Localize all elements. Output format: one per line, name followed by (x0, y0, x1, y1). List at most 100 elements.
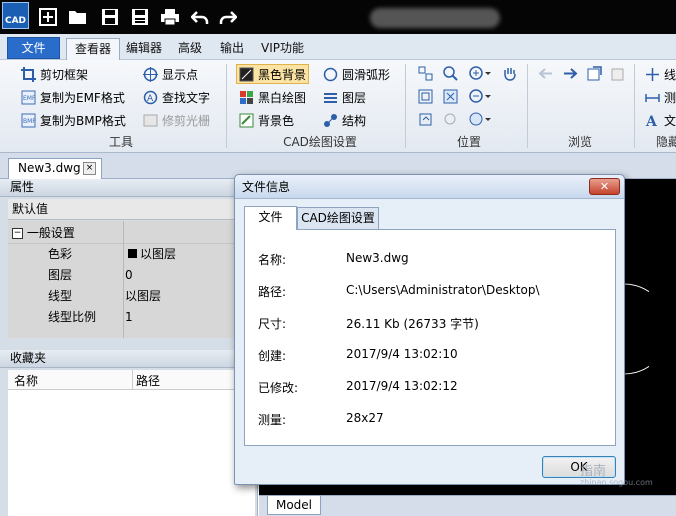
menu-tab-output[interactable]: 输出 (212, 38, 252, 60)
dialog-title-bar: 文件信息 ✕ (235, 175, 624, 199)
measure-button[interactable]: 测 (645, 87, 676, 107)
trim-raster-icon (143, 113, 158, 128)
ribbon-separator (634, 64, 635, 148)
model-tab[interactable]: Model (267, 496, 321, 515)
background-color-button[interactable]: 背景色 (239, 110, 294, 130)
tools-group-label: 工具 (108, 135, 133, 149)
general-settings-section[interactable]: − 一般设置 (8, 223, 255, 244)
measure-icon (645, 90, 660, 105)
find-text-label: 查找文字 (162, 90, 211, 105)
zoom-out-icon[interactable] (469, 89, 491, 107)
line-button[interactable]: 线 (645, 64, 676, 84)
show-points-button[interactable]: 显示点 (143, 64, 198, 84)
zoom-window-icon[interactable] (443, 66, 458, 84)
property-value-color[interactable]: 以图层 (128, 244, 176, 265)
pan-hand-icon[interactable] (502, 66, 518, 84)
black-background-label: 黑色背景 (258, 67, 307, 82)
layers-button[interactable]: 图层 (323, 87, 366, 107)
menu-file[interactable]: 文件 (7, 37, 60, 59)
field-label-size: 尺寸: (258, 317, 287, 331)
property-value-color-label: 以图层 (140, 247, 177, 261)
tab-file[interactable]: 文件 (244, 206, 297, 230)
column-path[interactable]: 路径 (136, 372, 160, 389)
grid-view-icon[interactable] (418, 66, 433, 84)
find-text-button[interactable]: A 查找文字 (143, 87, 210, 107)
smooth-arc-button[interactable]: 圆滑弧形 (323, 64, 390, 84)
trim-raster-button[interactable]: 修剪光栅 (143, 110, 210, 130)
ribbon-separator (527, 64, 528, 148)
arrow-left-icon[interactable] (538, 66, 554, 84)
menu-tab-editor[interactable]: 编辑器 (118, 38, 170, 60)
copy-emf-button[interactable]: EMF 复制为EMF格式 (21, 87, 125, 107)
black-white-drawing-button[interactable]: 黑白绘图 (239, 87, 306, 107)
field-label-created: 创建: (258, 349, 287, 363)
save-icon[interactable] (98, 5, 122, 29)
property-value-linetype-scale[interactable]: 1 (125, 307, 133, 328)
redo-icon[interactable] (216, 5, 240, 29)
open-folder-icon[interactable] (66, 5, 90, 29)
document-tab[interactable]: New3.dwg × (8, 158, 102, 179)
rotate-view-icon[interactable] (418, 112, 433, 130)
color-swatch (128, 249, 137, 258)
property-name-linetype: 线型 (48, 289, 73, 303)
crop-frame-button[interactable]: 剪切框架 (21, 64, 88, 84)
default-value-row[interactable]: 默认值 (8, 199, 255, 220)
title-bar: CAD (0, 0, 676, 34)
layers-label: 图层 (342, 90, 367, 105)
property-name-linetype-scale: 线型比例 (48, 310, 97, 324)
previous-view-icon[interactable] (443, 112, 458, 130)
crosshair-icon (143, 66, 158, 82)
favorites-header: 名称 路径 (8, 370, 255, 390)
model-tab-strip: Model (259, 495, 676, 516)
new-file-icon[interactable] (36, 5, 60, 29)
black-background-button[interactable]: 黑色背景 (236, 64, 310, 84)
copy-view-icon[interactable] (611, 66, 626, 84)
property-value-layer[interactable]: 0 (125, 265, 133, 286)
undo-icon[interactable] (188, 5, 212, 29)
menu-tab-viewer[interactable]: 查看器 (66, 38, 121, 60)
zoom-menu-icon[interactable] (469, 112, 491, 130)
show-points-label: 显示点 (162, 67, 199, 82)
menu-bar: 文件 查看器 编辑器 高级 输出 VIP功能 (0, 34, 676, 60)
dialog-body: 名称: New3.dwg 路径: C:\Users\Administrator\… (244, 229, 616, 446)
structure-icon (323, 113, 338, 128)
property-name-color: 色彩 (48, 247, 73, 261)
zoom-extents-icon[interactable] (443, 89, 458, 107)
arrow-right-icon[interactable] (562, 66, 578, 84)
save-as-icon[interactable] (128, 5, 152, 29)
field-value-size: 26.11 Kb (26733 字节) (346, 317, 479, 331)
hidden-group-label: 隐藏 (656, 135, 676, 149)
menu-tab-vip[interactable]: VIP功能 (253, 38, 312, 60)
file-info-dialog: 文件信息 ✕ 文件 CAD绘图设置 名称: New3.dwg 路径: C:\Us… (234, 174, 625, 485)
tab-cad-settings[interactable]: CAD绘图设置 (297, 207, 379, 230)
copy-bmp-label: 复制为BMP格式 (40, 113, 126, 128)
fit-view-icon[interactable] (418, 89, 433, 107)
field-value-measure: 28x27 (346, 411, 384, 425)
text-button[interactable]: A 文 (645, 110, 676, 130)
trim-raster-label: 修剪光栅 (162, 113, 211, 128)
dialog-title: 文件信息 (242, 180, 291, 194)
refresh-icon[interactable] (587, 66, 602, 84)
close-tab-icon[interactable]: × (83, 162, 96, 175)
print-icon[interactable] (158, 5, 182, 29)
property-name-layer: 图层 (48, 268, 73, 282)
property-value-linetype[interactable]: 以图层 (125, 286, 161, 307)
ribbon: 剪切框架 EMF 复制为EMF格式 BMP 复制为BMP格式 显示点 A 查找文… (0, 60, 676, 153)
field-label-measure: 测量: (258, 413, 287, 427)
cad-settings-group-label: CAD绘图设置 (283, 135, 357, 149)
crop-frame-label: 剪切框架 (40, 67, 89, 82)
copy-emf-label: 复制为EMF格式 (40, 90, 125, 105)
close-icon[interactable]: ✕ (589, 178, 620, 195)
window-title-blurred (370, 8, 500, 28)
text-label: 文 (664, 113, 676, 128)
zoom-in-icon[interactable] (469, 66, 491, 84)
structure-button[interactable]: 结构 (323, 110, 366, 130)
svg-text:EMF: EMF (23, 95, 36, 102)
collapse-icon[interactable]: − (12, 228, 23, 239)
smooth-arc-label: 圆滑弧形 (342, 67, 391, 82)
field-value-name: New3.dwg (346, 251, 409, 265)
menu-tab-advanced[interactable]: 高级 (170, 38, 210, 60)
app-logo[interactable]: CAD (2, 2, 29, 29)
copy-bmp-button[interactable]: BMP 复制为BMP格式 (21, 110, 126, 130)
column-name[interactable]: 名称 (14, 372, 38, 389)
